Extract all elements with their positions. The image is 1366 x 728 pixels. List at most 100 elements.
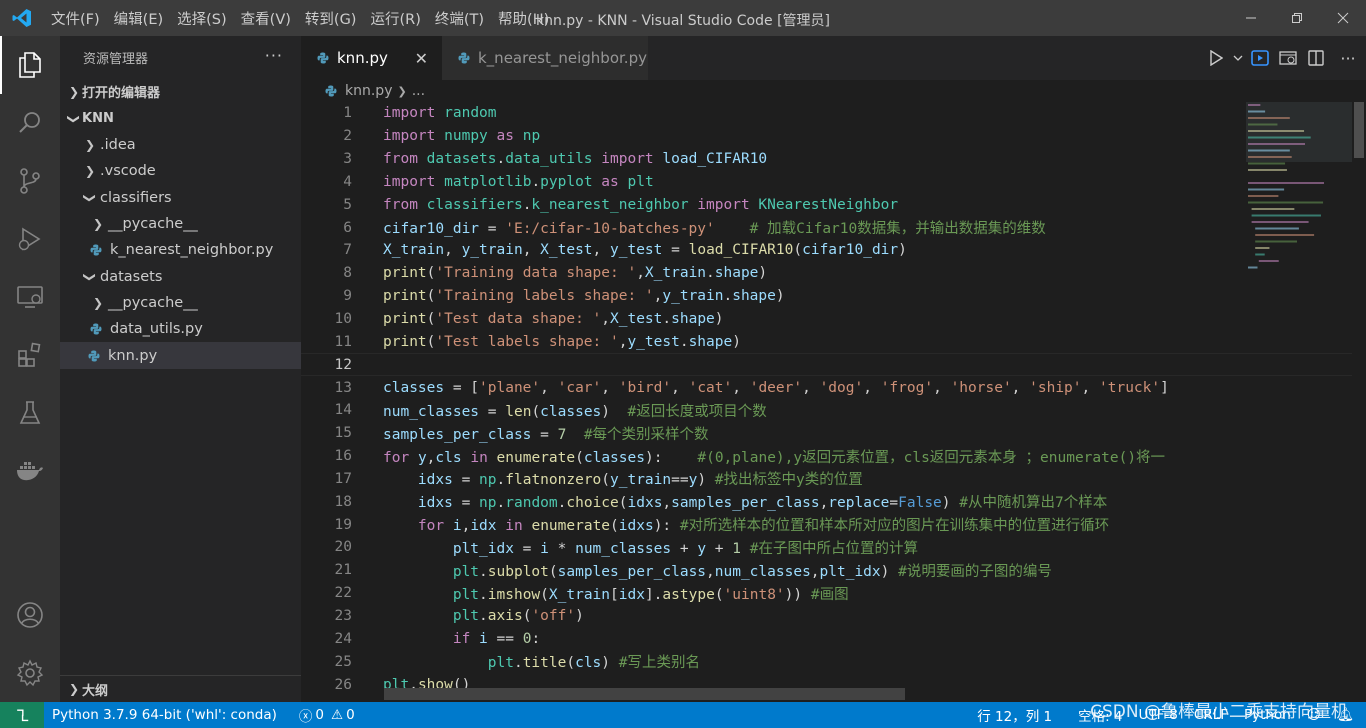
tab-k-nearest-neighbor-py[interactable]: k_nearest_neighbor.py — [442, 36, 648, 80]
code-text: for y,cls in enumerate(classes): #(0,pla… — [383, 449, 1166, 466]
code-line[interactable]: 14 num_classes = len(classes) #返回长度或项目个数 — [301, 399, 1366, 422]
code-editor[interactable]: 1 import random 2 import numpy as np 3 from d… — [301, 102, 1366, 702]
open-preview-icon[interactable] — [1274, 36, 1302, 80]
settings-gear-icon[interactable] — [0, 644, 60, 702]
tree-file[interactable]: knn.py — [60, 342, 301, 369]
code-line[interactable]: 21 plt.subplot(samples_per_class,num_cla… — [301, 559, 1366, 582]
menu-selection[interactable]: 选择(S) — [170, 8, 234, 29]
restore-icon[interactable] — [1274, 0, 1320, 36]
tree-folder[interactable]: ❯ .vscode — [60, 158, 301, 184]
outline-section[interactable]: ❯ 大纲 — [60, 675, 301, 702]
menu-file[interactable]: 文件(F) — [44, 8, 107, 29]
chevron-down-icon[interactable] — [1230, 36, 1246, 80]
interactive-window-icon[interactable] — [1246, 36, 1274, 80]
close-window-icon[interactable] — [1320, 0, 1366, 36]
code-line[interactable]: 11 print('Test labels shape: ',y_test.sha… — [301, 330, 1366, 353]
code-line[interactable]: 18 idxs = np.random.choice(idxs,samples_… — [301, 490, 1366, 513]
editor-area: knn.py ✕ k_nearest_neighbor.py ··· knn.p… — [301, 36, 1366, 702]
tree-folder[interactable]: ❯ classifiers — [60, 185, 301, 211]
menu-terminal[interactable]: 终端(T) — [428, 8, 491, 29]
code-line[interactable]: 25 plt.title(cls) #写上类别名 — [301, 650, 1366, 673]
breadcrumb-file[interactable]: knn.py — [345, 83, 392, 99]
code-line[interactable]: 8 print('Training data shape: ',X_train.s… — [301, 262, 1366, 285]
code-text: print('Training labels shape: ',y_train.… — [383, 288, 785, 305]
code-line[interactable]: 23 plt.axis('off') — [301, 605, 1366, 628]
python-file-icon — [90, 244, 102, 256]
tree-item-label: .idea — [100, 137, 136, 154]
code-line[interactable]: 3 from datasets.data_utils import load_CI… — [301, 148, 1366, 171]
run-file-icon[interactable] — [1202, 36, 1230, 80]
remote-indicator-icon[interactable] — [0, 702, 44, 728]
breadcrumb-symbol[interactable]: ... — [412, 83, 425, 99]
close-tab-icon[interactable]: ✕ — [415, 49, 428, 68]
code-line[interactable]: 7 X_train, y_train, X_test, y_test = load… — [301, 239, 1366, 262]
tab-label: k_nearest_neighbor.py — [478, 49, 647, 67]
split-editor-icon[interactable] — [1302, 36, 1330, 80]
workspace-root[interactable]: ❯ KNN — [60, 105, 301, 132]
tree-item-label: __pycache__ — [108, 294, 198, 311]
minimap-line — [1248, 149, 1290, 152]
code-line[interactable]: 16 for y,cls in enumerate(classes): #(0,p… — [301, 445, 1366, 468]
code-line[interactable]: 10 print('Test data shape: ',X_test.shape… — [301, 308, 1366, 331]
code-line[interactable]: 19 for i,idx in enumerate(idxs): #对所选样本的… — [301, 513, 1366, 536]
search-icon[interactable] — [0, 94, 60, 152]
code-line[interactable]: 13 classes = ['plane', 'car', 'bird', 'ca… — [301, 376, 1366, 399]
menu-edit[interactable]: 编辑(E) — [107, 8, 170, 29]
code-line[interactable]: 12 — [301, 353, 1366, 377]
workspace-root-label: KNN — [82, 111, 114, 126]
line-number: 3 — [343, 151, 352, 168]
code-text: import matplotlib.pyplot as plt — [383, 173, 654, 190]
horizontal-scrollbar[interactable] — [384, 688, 905, 700]
tree-folder[interactable]: ❯ datasets — [60, 263, 301, 289]
code-text: from classifiers.k_nearest_neighbor impo… — [383, 196, 899, 213]
scrollbar-thumb[interactable] — [1354, 102, 1364, 158]
code-line[interactable]: 15 samples_per_class = 7 #每个类别采样个数 — [301, 422, 1366, 445]
minimap-line — [1255, 227, 1299, 230]
more-actions-icon[interactable]: ··· — [1330, 36, 1366, 80]
account-icon[interactable] — [0, 586, 60, 644]
cursor-position[interactable]: 行 12，列 1 — [969, 705, 1070, 725]
source-control-icon[interactable] — [0, 152, 60, 210]
testing-flask-icon[interactable] — [0, 384, 60, 442]
run-debug-icon[interactable] — [0, 210, 60, 268]
open-editors-section[interactable]: ❯ 打开的编辑器 — [60, 78, 301, 105]
tree-folder[interactable]: ❯ __pycache__ — [60, 290, 301, 316]
code-line[interactable]: 2 import numpy as np — [301, 125, 1366, 148]
explorer-icon[interactable] — [0, 36, 60, 94]
menu-run[interactable]: 运行(R) — [363, 8, 427, 29]
line-number: 24 — [334, 630, 352, 647]
minimize-icon[interactable] — [1228, 0, 1274, 36]
code-line[interactable]: 22 plt.imshow(X_train[idx].astype('uint8… — [301, 582, 1366, 605]
remote-explorer-icon[interactable] — [0, 268, 60, 326]
problems-indicator[interactable]: ⓧ 0 ⚠ 0 — [291, 705, 363, 725]
minimap[interactable] — [1246, 102, 1356, 282]
code-text: plt.axis('off') — [452, 607, 584, 624]
menu-help[interactable]: 帮助(H) — [491, 8, 556, 29]
minimap-line — [1255, 253, 1265, 256]
more-actions-icon[interactable]: ··· — [265, 46, 283, 65]
docker-icon[interactable] — [0, 442, 60, 500]
tree-folder[interactable]: ❯ .idea — [60, 132, 301, 158]
code-text: import random — [383, 105, 497, 122]
tree-file[interactable]: data_utils.py — [60, 316, 301, 342]
python-interpreter[interactable]: Python 3.7.9 64-bit ('whl': conda) — [44, 707, 285, 723]
code-line[interactable]: 17 idxs = np.flatnonzero(y_train==y) #找出… — [301, 468, 1366, 491]
extensions-icon[interactable] — [0, 326, 60, 384]
code-line[interactable]: 4 import matplotlib.pyplot as plt — [301, 171, 1366, 194]
code-line[interactable]: 6 cifar10_dir = 'E:/cifar-10-batches-py' … — [301, 216, 1366, 239]
tree-folder[interactable]: ❯ __pycache__ — [60, 211, 301, 237]
code-text: plt.title(cls) #写上类别名 — [487, 655, 700, 672]
tree-file[interactable]: k_nearest_neighbor.py — [60, 237, 301, 263]
vscode-logo-icon — [0, 0, 44, 36]
menu-view[interactable]: 查看(V) — [234, 8, 298, 29]
minimap-line — [1251, 208, 1295, 210]
code-line[interactable]: 5 from classifiers.k_nearest_neighbor imp… — [301, 193, 1366, 216]
menu-go[interactable]: 转到(G) — [298, 8, 364, 29]
vertical-scrollbar[interactable] — [1352, 102, 1366, 702]
code-line[interactable]: 1 import random — [301, 102, 1366, 125]
line-number: 8 — [343, 265, 352, 282]
code-line[interactable]: 9 print('Training labels shape: ',y_train… — [301, 285, 1366, 308]
tab-knn-py[interactable]: knn.py ✕ — [301, 36, 442, 80]
code-line[interactable]: 24 if i == 0: — [301, 627, 1366, 650]
code-line[interactable]: 20 plt_idx = i * num_classes + y + 1 #在子… — [301, 536, 1366, 559]
